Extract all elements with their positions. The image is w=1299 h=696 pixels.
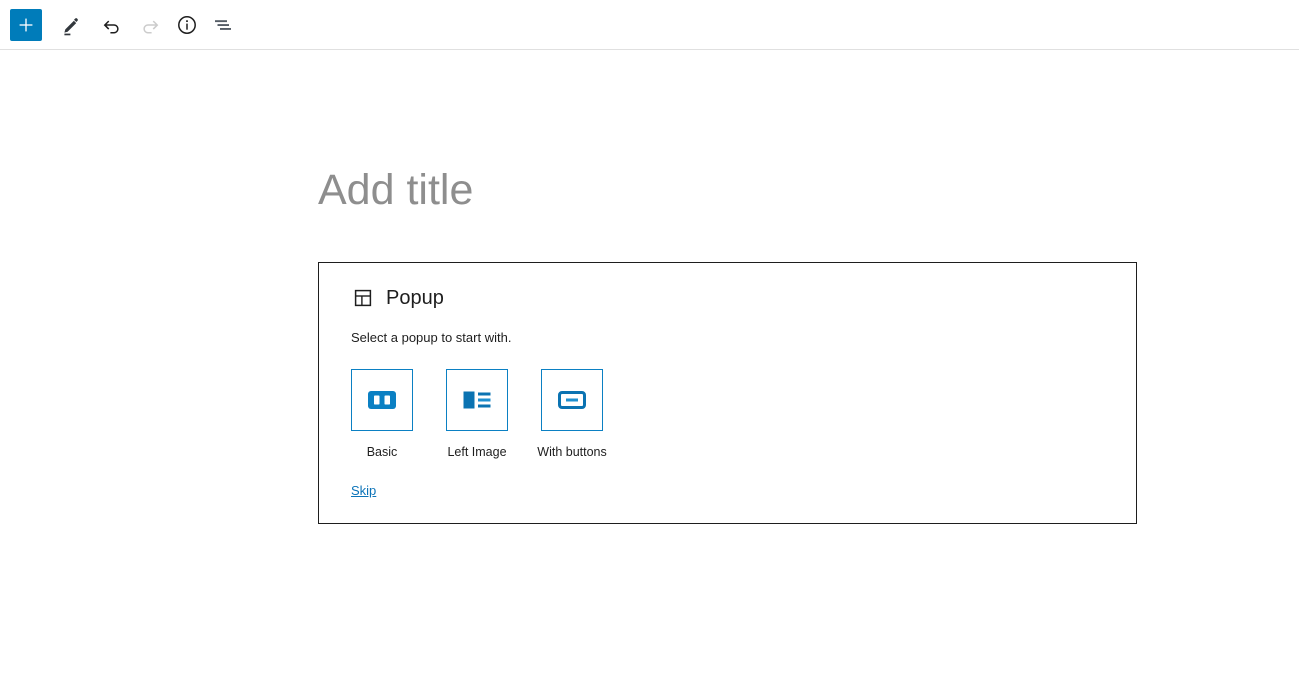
editor-canvas: Add title Popup Select a popup to start … [0,50,1299,696]
undo-button[interactable] [95,7,131,43]
pattern-caption: Left Image [447,445,507,459]
pattern-left-image-thumbnail[interactable] [446,369,508,431]
pattern-option-left-image[interactable]: Left Image [446,369,508,460]
skip-row: Skip [335,482,1120,500]
pattern-basic-thumbnail[interactable] [351,369,413,431]
placeholder-title: Popup [386,287,444,309]
pattern-caption: With buttons [537,445,607,459]
redo-button[interactable] [131,7,167,43]
block-inserter-button[interactable] [10,8,42,41]
pattern-list: Basic Left Image With buttons [335,369,1120,460]
plus-icon [15,14,37,36]
placeholder-instructions: Select a popup to start with. [351,330,512,345]
pencil-icon [59,13,83,37]
pattern-left-image-icon [457,380,497,420]
list-view-button[interactable] [205,7,241,43]
redo-arrow-icon [137,13,161,37]
edit-mode-button[interactable] [53,7,89,43]
info-circle-icon [175,13,199,37]
pattern-caption: Basic [366,445,398,459]
pattern-with-buttons-thumbnail[interactable] [541,369,603,431]
editor-header-toolbar [0,0,1299,50]
pattern-option-with-buttons[interactable]: With buttons [537,369,607,460]
details-button[interactable] [169,7,205,43]
post-title-input[interactable]: Add title [318,162,473,218]
undo-arrow-icon [101,13,125,37]
skip-link[interactable]: Skip [351,483,376,498]
pattern-option-basic[interactable]: Basic [351,369,413,460]
popup-block-placeholder: Popup Select a popup to start with. Basi… [318,262,1137,524]
pattern-basic-icon [362,380,402,420]
layout-template-icon [351,286,375,310]
list-view-icon [211,13,235,37]
pattern-with-buttons-icon [552,380,592,420]
placeholder-header: Popup [335,286,1120,310]
